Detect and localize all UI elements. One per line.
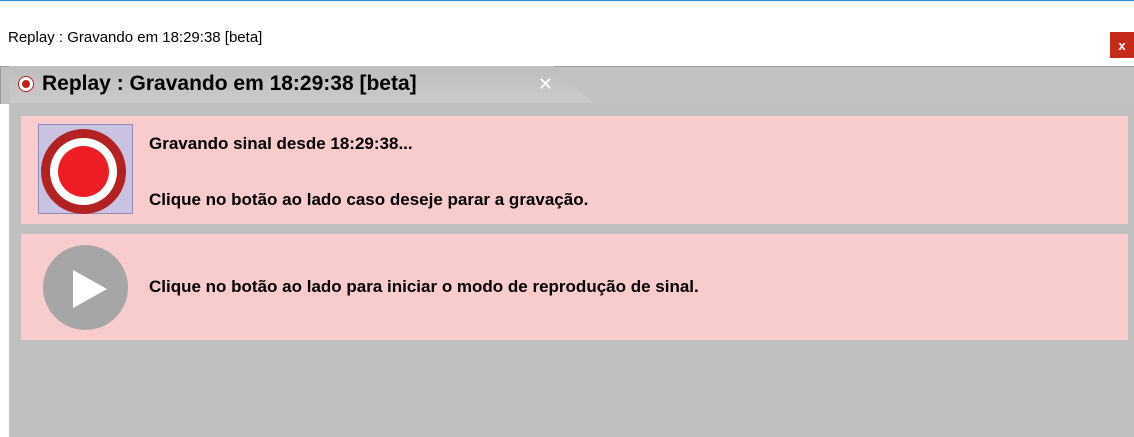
record-icon	[58, 146, 109, 197]
play-icon	[73, 270, 107, 308]
replay-window: Replay : Gravando em 18:29:38 [beta] x R…	[0, 0, 1134, 437]
window-title: Replay : Gravando em 18:29:38 [beta]	[8, 29, 263, 46]
title-bar: Replay : Gravando em 18:29:38 [beta]	[0, 1, 1134, 58]
window-close-button[interactable]: x	[1110, 32, 1134, 58]
stop-recording-instruction: Clique no botão ao lado caso deseje para…	[149, 190, 589, 209]
tab-close-icon[interactable]: ✕	[538, 74, 553, 95]
recording-status-text: Gravando sinal desde 18:29:38...	[149, 134, 413, 153]
tab-title: Replay : Gravando em 18:29:38 [beta]	[42, 72, 417, 95]
record-icon	[18, 76, 34, 92]
start-replay-instruction: Clique no botão ao lado para iniciar o m…	[149, 277, 699, 296]
